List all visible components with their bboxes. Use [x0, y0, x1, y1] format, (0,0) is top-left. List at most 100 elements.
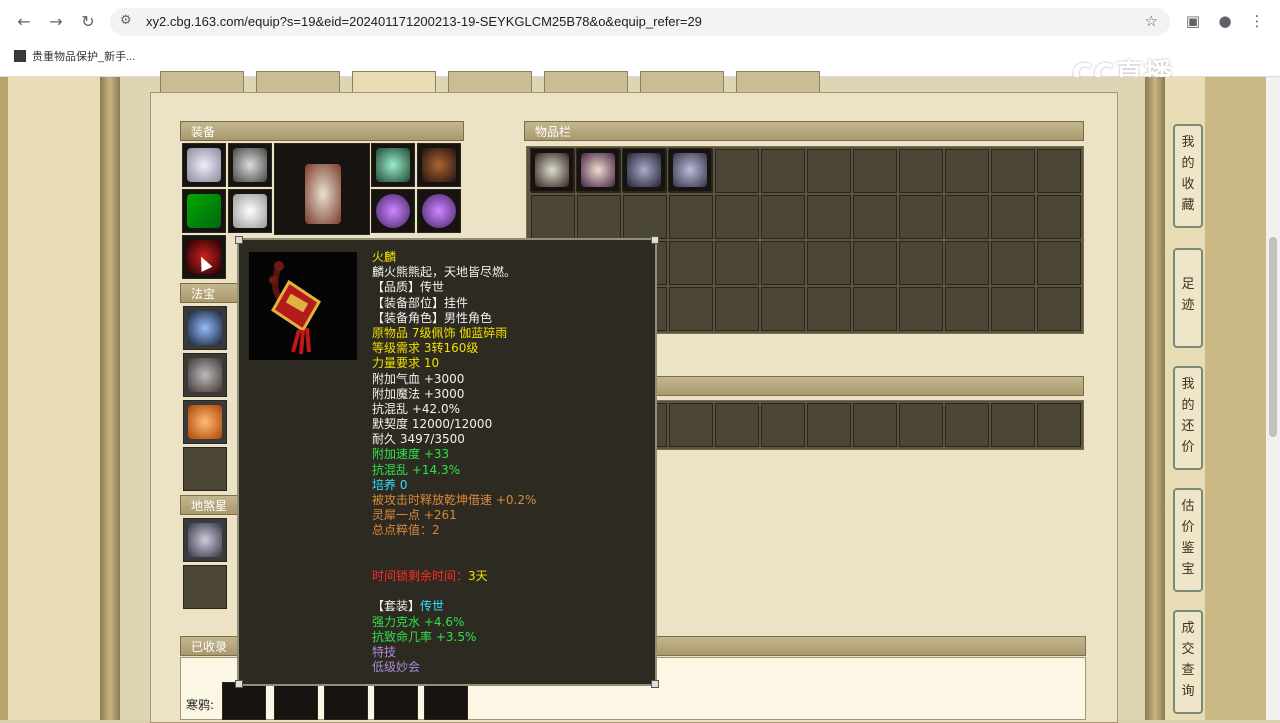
back-icon[interactable]: ← [12, 10, 36, 34]
equip-slot-8[interactable] [417, 189, 461, 233]
grid-cell[interactable] [853, 241, 897, 285]
url-text[interactable]: xy2.cbg.163.com/equip?s=19&eid=202401171… [146, 14, 702, 29]
grid-cell[interactable] [669, 287, 713, 331]
item-slot-4[interactable] [668, 148, 712, 192]
grid-cell[interactable] [715, 287, 759, 331]
grid-cell[interactable] [899, 149, 943, 193]
received-slot-1[interactable] [222, 682, 266, 720]
menu-icon[interactable]: ⋮ [1246, 10, 1268, 32]
received-slot-2[interactable] [274, 682, 318, 720]
grid-cell[interactable] [853, 149, 897, 193]
equip-slot-6[interactable] [228, 189, 272, 233]
equip-slot-5[interactable] [182, 189, 226, 233]
forward-icon[interactable]: → [44, 10, 68, 34]
grid-cell[interactable] [1037, 403, 1081, 447]
grid-cell[interactable] [577, 195, 621, 239]
equip-slot-3[interactable] [371, 143, 415, 187]
sidepanel-icon[interactable]: ▣ [1182, 10, 1204, 32]
grid-cell[interactable] [991, 287, 1035, 331]
tab-5[interactable] [544, 71, 628, 93]
grid-cell[interactable] [807, 195, 851, 239]
equip-slot-1[interactable] [182, 143, 226, 187]
tab-7[interactable] [736, 71, 820, 93]
grid-cell[interactable] [1037, 149, 1081, 193]
received-slot-5[interactable] [424, 682, 468, 720]
side-nav-appraise[interactable]: 估价鉴宝 [1173, 488, 1203, 592]
side-nav-bargains[interactable]: 我的还价 [1173, 366, 1203, 470]
side-nav-deals[interactable]: 成交查询 [1173, 610, 1203, 714]
grid-cell[interactable] [945, 149, 989, 193]
tab-6[interactable] [640, 71, 724, 93]
fabao-slot-3[interactable] [183, 400, 227, 444]
grid-cell[interactable] [761, 287, 805, 331]
grid-cell[interactable] [807, 241, 851, 285]
grid-cell[interactable] [807, 149, 851, 193]
tab-1[interactable] [160, 71, 244, 93]
side-nav-history[interactable]: 足迹 [1173, 248, 1203, 348]
grid-cell[interactable] [715, 241, 759, 285]
grid-cell[interactable] [945, 195, 989, 239]
grid-cell[interactable] [945, 403, 989, 447]
received-slot-4[interactable] [374, 682, 418, 720]
grid-cell[interactable] [761, 241, 805, 285]
tab-3[interactable] [352, 71, 436, 93]
site-settings-icon[interactable]: ⚙ [120, 13, 132, 28]
grid-cell[interactable] [1037, 287, 1081, 331]
equip-slot-7[interactable] [371, 189, 415, 233]
bookmark-item[interactable]: 贵重物品保护_新手... [14, 48, 135, 64]
equip-slot-2[interactable] [228, 143, 272, 187]
grid-cell[interactable] [1037, 241, 1081, 285]
grid-cell[interactable] [807, 403, 851, 447]
grid-cell[interactable] [715, 195, 759, 239]
side-nav-favorites[interactable]: 我的收藏 [1173, 124, 1203, 228]
grid-cell[interactable] [991, 195, 1035, 239]
grid-cell[interactable] [991, 241, 1035, 285]
grid-cell[interactable] [853, 403, 897, 447]
tab-4[interactable] [448, 71, 532, 93]
received-slot-3[interactable] [324, 682, 368, 720]
grid-cell[interactable] [899, 403, 943, 447]
item-slot-2[interactable] [576, 148, 620, 192]
grid-cell[interactable] [669, 241, 713, 285]
bracelet-icon [422, 194, 456, 228]
address-bar[interactable]: ⚙ xy2.cbg.163.com/equip?s=19&eid=2024011… [110, 8, 1170, 36]
grid-cell[interactable] [761, 195, 805, 239]
necklace-icon [233, 148, 267, 182]
grid-cell[interactable] [945, 241, 989, 285]
grid-cell[interactable] [853, 195, 897, 239]
disha-slot-2[interactable] [183, 565, 227, 609]
grid-cell[interactable] [899, 195, 943, 239]
grid-cell[interactable] [991, 403, 1035, 447]
profile-icon[interactable]: ● [1214, 10, 1236, 32]
grid-cell[interactable] [715, 149, 759, 193]
grid-cell[interactable] [899, 287, 943, 331]
grid-cell[interactable] [715, 403, 759, 447]
grid-cell[interactable] [899, 241, 943, 285]
item-slot-1[interactable] [530, 148, 574, 192]
reload-icon[interactable]: ↻ [76, 10, 100, 34]
grid-cell[interactable] [945, 287, 989, 331]
disha-slot-1[interactable] [183, 518, 227, 562]
fabao-slot-2[interactable] [183, 353, 227, 397]
grid-cell[interactable] [623, 195, 667, 239]
item-tooltip: 火麟 麟火熊熊起，天地皆尽燃。 【品质】传世 【装备部位】挂件 【装备角色】男性… [235, 236, 659, 688]
fabao-slot-4[interactable] [183, 447, 227, 491]
fabao-slot-1[interactable] [183, 306, 227, 350]
grid-cell[interactable] [991, 149, 1035, 193]
tab-2[interactable] [256, 71, 340, 93]
grid-cell[interactable] [761, 149, 805, 193]
grid-cell[interactable] [761, 403, 805, 447]
grid-cell[interactable] [853, 287, 897, 331]
grid-cell[interactable] [1037, 195, 1081, 239]
item-slot-3[interactable] [622, 148, 666, 192]
grid-cell[interactable] [669, 403, 713, 447]
grid-cell[interactable] [531, 195, 575, 239]
bookmark-star-icon[interactable]: ☆ [1145, 12, 1158, 30]
disha-icon [188, 523, 222, 557]
grid-cell[interactable] [669, 195, 713, 239]
scrollbar-thumb[interactable] [1269, 237, 1277, 437]
equip-slot-4[interactable] [417, 143, 461, 187]
grid-cell[interactable] [807, 287, 851, 331]
scrollbar[interactable] [1266, 77, 1280, 720]
tooltip-corner [235, 236, 243, 244]
